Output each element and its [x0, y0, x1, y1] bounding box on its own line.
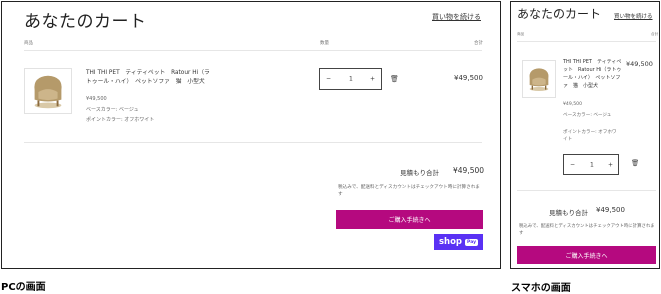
estimate-label: 見積もり合計: [549, 209, 588, 217]
header-total: 合計: [651, 32, 659, 36]
estimate-value: ¥49,500: [596, 206, 625, 214]
header-product: 商品: [24, 41, 33, 46]
page-title: あなたのカート: [517, 7, 602, 21]
minus-button[interactable]: −: [570, 161, 575, 168]
smartphone-caption: スマホの画面: [511, 283, 571, 294]
tax-note: 税込みで、配送料とディスカウントはチェックアウト時に計算されます: [519, 224, 655, 236]
point-color: ポイントカラー: オフホワイト: [86, 117, 155, 123]
point-color: ポイントカラー: オフホワイト: [563, 130, 617, 142]
continue-shopping-link[interactable]: 買い物を続ける: [614, 12, 653, 20]
divider: [517, 41, 656, 42]
unit-price: ¥49,500: [86, 96, 107, 102]
plus-button[interactable]: +: [370, 76, 375, 83]
product-thumbnail[interactable]: [522, 60, 556, 98]
quantity-value[interactable]: 1: [349, 76, 353, 83]
pc-cart-screen: あなたのカート 買い物を続ける 商品 数量 合計 THI THI PET ティテ…: [1, 1, 501, 269]
base-color: ベースカラー: ベージュ: [563, 113, 612, 118]
header-product: 商品: [517, 32, 525, 36]
divider: [24, 142, 482, 143]
header-quantity: 数量: [320, 41, 329, 46]
product-thumbnail[interactable]: [24, 68, 72, 114]
minus-button[interactable]: −: [326, 76, 331, 83]
line-total: ¥49,500: [454, 74, 483, 82]
divider: [24, 50, 482, 51]
estimate-value: ¥49,500: [453, 166, 485, 175]
product-name-link[interactable]: THI THI PET ティティペット Ratour Hi（ラトゥール・ハイ） …: [563, 58, 623, 90]
divider: [517, 190, 656, 191]
tax-note: 税込みで、配送料とディスカウントはチェックアウト時に計算されます: [338, 185, 480, 197]
base-color: ベースカラー: ベージュ: [86, 107, 139, 113]
quantity-stepper: − 1 +: [563, 154, 619, 175]
smartphone-cart-screen: あなたのカート 買い物を続ける 商品 合計 THI THI PET ティティペッ…: [510, 1, 660, 269]
checkout-button[interactable]: ご購入手続きへ: [336, 210, 483, 229]
page-title: あなたのカート: [24, 12, 147, 32]
header-total: 合計: [474, 41, 483, 46]
plus-button[interactable]: +: [608, 161, 613, 168]
trash-icon[interactable]: 🗑: [390, 75, 399, 83]
unit-price: ¥49,500: [563, 102, 582, 107]
continue-shopping-link[interactable]: 買い物を続ける: [432, 12, 481, 22]
product-name-link[interactable]: THI THI PET ティティペット Ratour Hi（ラトゥール・ハイ） …: [86, 69, 214, 86]
quantity-value[interactable]: 1: [590, 161, 594, 168]
pet-sofa-image: [529, 68, 549, 91]
quantity-stepper: − 1 +: [319, 68, 382, 90]
shop-pay-button[interactable]: shop Pay: [434, 234, 483, 250]
shop-pay-label: shop: [438, 237, 463, 247]
trash-icon[interactable]: 🗑: [631, 159, 639, 167]
line-total: ¥49,500: [626, 60, 653, 68]
pet-sofa-image: [34, 75, 62, 109]
estimate-label: 見積もり合計: [400, 169, 439, 177]
checkout-button[interactable]: ご購入手続きへ: [517, 246, 656, 264]
pc-caption: PCの画面: [1, 282, 46, 293]
shop-pay-badge: Pay: [465, 238, 479, 246]
